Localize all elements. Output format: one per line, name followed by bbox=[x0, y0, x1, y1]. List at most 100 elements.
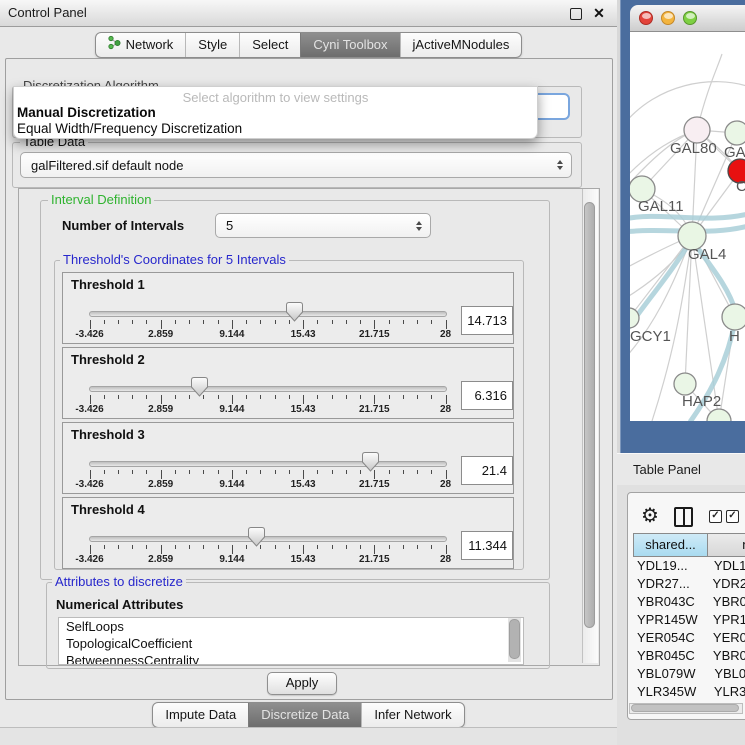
slider-tick bbox=[431, 320, 432, 324]
slider-tick bbox=[104, 395, 105, 399]
slider-tick bbox=[189, 545, 190, 549]
slider-tick bbox=[289, 470, 290, 474]
slider-tick bbox=[446, 320, 447, 329]
tab-select[interactable]: Select bbox=[239, 33, 300, 57]
slider-handle[interactable] bbox=[191, 377, 208, 397]
tab-impute-data[interactable]: Impute Data bbox=[153, 703, 248, 727]
tab-style[interactable]: Style bbox=[185, 33, 239, 57]
settings-scrollbar-thumb[interactable] bbox=[584, 202, 595, 628]
threshold-value-field[interactable]: 6.316 bbox=[461, 381, 513, 410]
slider-tick bbox=[189, 470, 190, 474]
slider-tick bbox=[90, 395, 91, 404]
table-row[interactable]: YLR345WYLR3 bbox=[633, 684, 745, 702]
algorithm-option[interactable]: Manual Discretization bbox=[17, 105, 156, 120]
node-table: YDL19...YDL1YDR27...YDR2YBR043CYBR0YPR14… bbox=[633, 558, 745, 703]
threshold-value-field[interactable]: 21.4 bbox=[461, 456, 513, 485]
slider-track[interactable] bbox=[89, 461, 447, 467]
slider-tick bbox=[104, 545, 105, 549]
slider-tick bbox=[232, 545, 233, 554]
slider-tick bbox=[90, 470, 91, 479]
close-traffic-light-icon[interactable] bbox=[639, 11, 653, 25]
network-canvas[interactable]: GAL80GACGAL11GAL4GCY1HHAP2 bbox=[630, 32, 745, 421]
tab-network[interactable]: Network bbox=[96, 33, 186, 57]
tab-discretize-data[interactable]: Discretize Data bbox=[248, 703, 361, 727]
slider-tick bbox=[203, 320, 204, 324]
table-row[interactable]: YER054CYER0 bbox=[633, 630, 745, 648]
attribute-item[interactable]: TopologicalCoefficient bbox=[59, 635, 523, 652]
slider-tick bbox=[346, 545, 347, 549]
table-row[interactable]: YDL19...YDL1 bbox=[633, 558, 745, 576]
table-panel-title: Table Panel bbox=[633, 454, 701, 485]
table-row[interactable]: YBR043CYBR0 bbox=[633, 594, 745, 612]
bottom-tab-bar: Impute DataDiscretize DataInfer Network bbox=[0, 702, 617, 728]
table-data-combo[interactable]: galFiltered.sif default node bbox=[20, 152, 572, 178]
number-of-intervals-combo[interactable]: 5 bbox=[215, 213, 431, 238]
slider-tick bbox=[446, 470, 447, 479]
slider-tick bbox=[332, 545, 333, 549]
slider-tick bbox=[246, 395, 247, 399]
slider-tick bbox=[132, 470, 133, 474]
network-node-label: GA bbox=[724, 144, 745, 161]
table-row[interactable]: YBL079WYBL0 bbox=[633, 666, 745, 684]
threshold-value-field[interactable]: 14.713 bbox=[461, 306, 513, 335]
gear-icon[interactable]: ⚙ bbox=[641, 505, 659, 527]
columns-icon[interactable] bbox=[674, 507, 693, 527]
table-row[interactable]: YPR145WYPR1 bbox=[633, 612, 745, 630]
slider-tick bbox=[260, 320, 261, 324]
table-hscrollbar-thumb[interactable] bbox=[631, 704, 739, 712]
slider-tick bbox=[232, 320, 233, 329]
threshold-panel: Threshold 4-3.4262.8599.14415.4321.71528… bbox=[62, 497, 514, 569]
tab-infer-network[interactable]: Infer Network bbox=[361, 703, 463, 727]
tab-cyni-toolbox[interactable]: Cyni Toolbox bbox=[300, 33, 399, 57]
network-node-label: GCY1 bbox=[630, 328, 671, 345]
slider-tick bbox=[374, 545, 375, 554]
slider-handle[interactable] bbox=[362, 452, 379, 472]
slider-tick-label: 21.715 bbox=[359, 479, 390, 490]
zoom-traffic-light-icon[interactable] bbox=[683, 11, 697, 25]
slider-tick-label: 28 bbox=[440, 479, 451, 490]
table-row[interactable]: YBR045CYBR0 bbox=[633, 648, 745, 666]
threshold-label: Threshold 4 bbox=[71, 502, 145, 517]
slider-tick bbox=[232, 470, 233, 479]
checkbox-icon[interactable]: ✓ bbox=[709, 510, 722, 523]
slider-tick-label: 15.43 bbox=[291, 329, 316, 340]
slider-tick bbox=[146, 395, 147, 399]
slider-tick bbox=[104, 320, 105, 324]
network-node-label: HAP2 bbox=[682, 393, 721, 410]
threshold-value-field[interactable]: 11.344 bbox=[461, 531, 513, 560]
slider-handle[interactable] bbox=[248, 527, 265, 547]
slider-track[interactable] bbox=[89, 386, 447, 392]
slider-tick bbox=[203, 470, 204, 474]
slider-tick bbox=[260, 470, 261, 474]
slider-tick bbox=[374, 395, 375, 404]
slider-tick bbox=[317, 395, 318, 399]
slider-tick bbox=[317, 470, 318, 474]
slider-tick bbox=[275, 545, 276, 549]
slider-tick bbox=[403, 470, 404, 474]
column-header-shared-name[interactable]: shared... bbox=[633, 533, 708, 557]
slider-track[interactable] bbox=[89, 311, 447, 317]
attribute-item[interactable]: SelfLoops bbox=[59, 618, 523, 635]
slider-tick-label: 21.715 bbox=[359, 329, 390, 340]
slider-tick bbox=[332, 470, 333, 474]
slider-tick-label: 15.43 bbox=[291, 554, 316, 565]
slider-handle[interactable] bbox=[286, 302, 303, 322]
slider-track[interactable] bbox=[89, 536, 447, 542]
minimize-traffic-light-icon[interactable] bbox=[661, 11, 675, 25]
algorithm-option[interactable]: Equal Width/Frequency Discretization bbox=[17, 121, 242, 136]
checkbox-icon[interactable]: ✓ bbox=[726, 510, 739, 523]
number-of-intervals-label: Number of Intervals bbox=[62, 218, 184, 233]
apply-button[interactable]: Apply bbox=[267, 672, 337, 695]
table-row[interactable]: YDR27...YDR2 bbox=[633, 576, 745, 594]
numerical-attributes-list[interactable]: SelfLoopsTopologicalCoefficientBetweenne… bbox=[58, 617, 524, 665]
slider-tick-label: 21.715 bbox=[359, 404, 390, 415]
attributes-scrollbar-thumb[interactable] bbox=[509, 619, 520, 659]
control-panel-titlebar: Control Panel ✕ bbox=[0, 0, 617, 27]
slider-tick bbox=[161, 320, 162, 329]
float-window-icon[interactable] bbox=[570, 8, 582, 20]
close-icon[interactable]: ✕ bbox=[591, 4, 607, 22]
column-header-name[interactable]: na bbox=[707, 533, 745, 557]
algorithm-popup-hint: Select algorithm to view settings bbox=[14, 90, 537, 105]
attribute-item[interactable]: BetweennessCentrality bbox=[59, 652, 523, 665]
tab-jactivemnodules[interactable]: jActiveMNodules bbox=[400, 33, 522, 57]
